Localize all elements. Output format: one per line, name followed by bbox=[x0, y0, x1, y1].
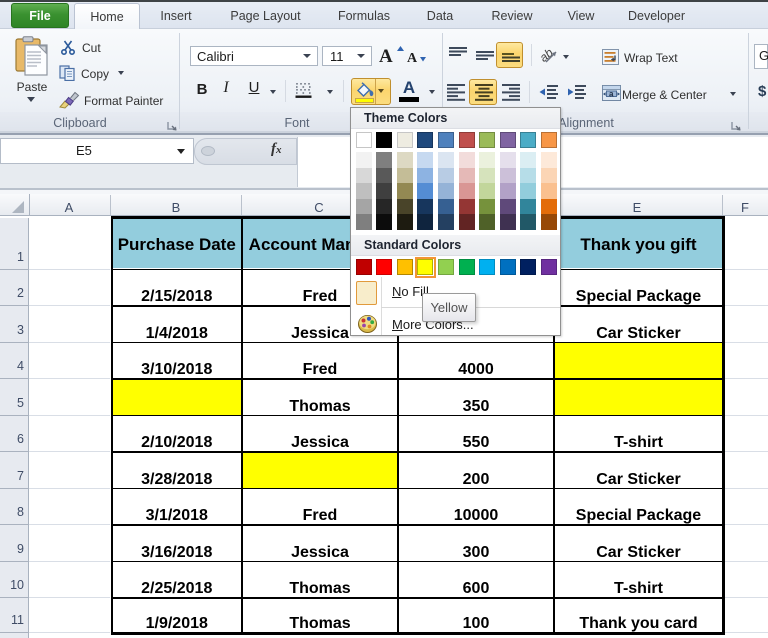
svg-text:A: A bbox=[407, 51, 418, 65]
svg-text:a: a bbox=[609, 90, 614, 99]
svg-text:A: A bbox=[379, 46, 393, 65]
